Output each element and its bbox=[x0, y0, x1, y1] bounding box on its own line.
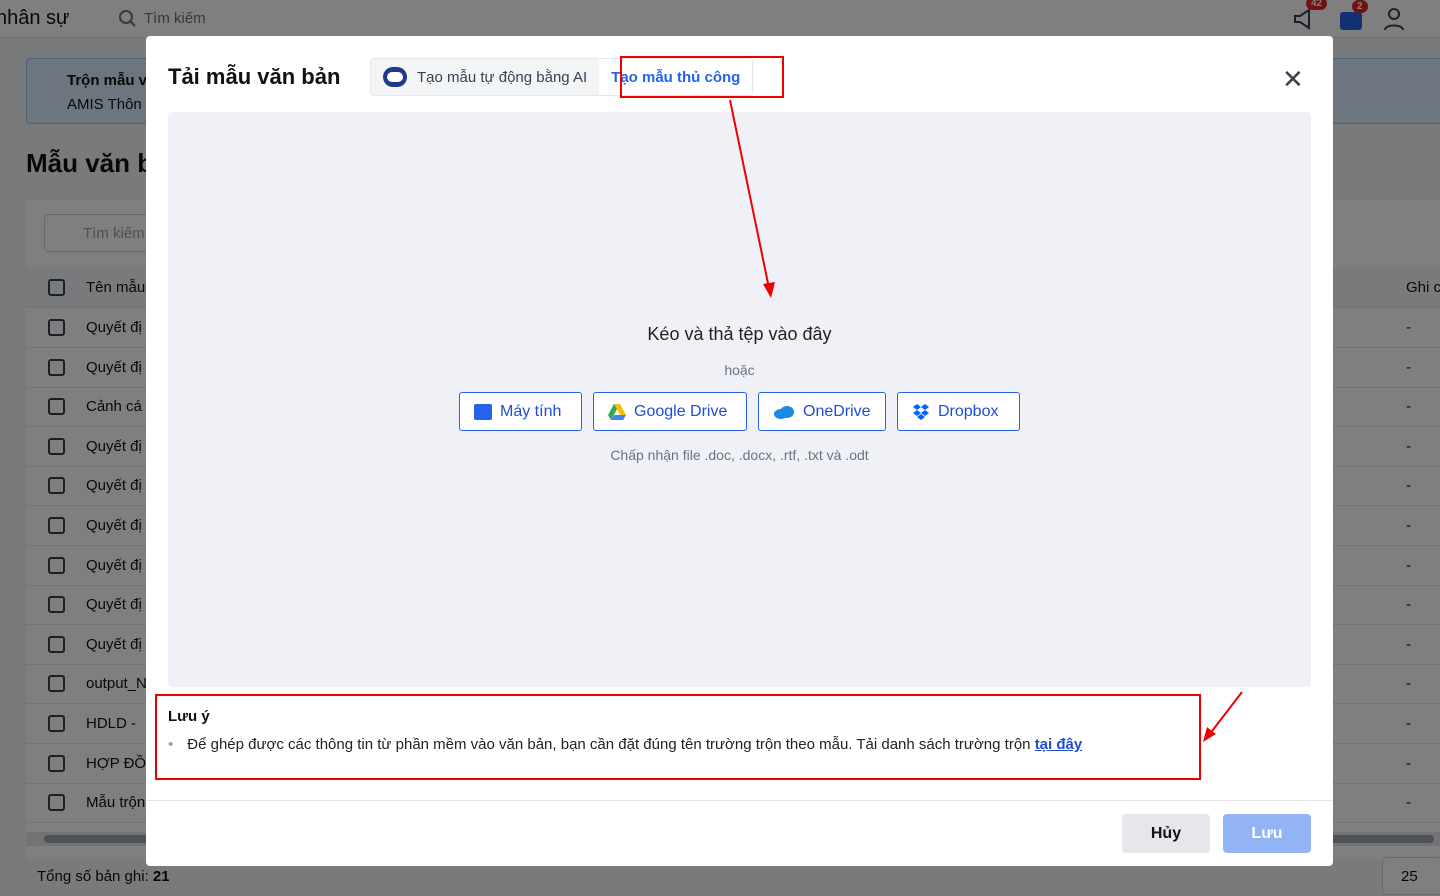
source-dropbox-label: Dropbox bbox=[938, 402, 999, 420]
save-button[interactable]: Lưu bbox=[1223, 814, 1311, 853]
source-computer-button[interactable]: Máy tính bbox=[459, 392, 582, 431]
note-text: Để ghép được các thông tin từ phần mềm v… bbox=[187, 736, 1031, 753]
modal-title: Tải mẫu văn bản bbox=[168, 64, 341, 89]
source-onedrive-button[interactable]: OneDrive bbox=[758, 392, 886, 431]
source-google-drive-button[interactable]: Google Drive bbox=[593, 392, 747, 431]
source-google-drive-label: Google Drive bbox=[634, 402, 728, 420]
tab-ai[interactable]: Tạo mẫu tự động bằng AI bbox=[371, 59, 599, 95]
onedrive-icon bbox=[774, 405, 794, 419]
source-onedrive-label: OneDrive bbox=[803, 402, 871, 420]
google-drive-icon bbox=[608, 403, 626, 420]
note-section: Lưu ý • Để ghép được các thông tin từ phầ… bbox=[156, 696, 1200, 780]
mode-tabs: Tạo mẫu tự động bằng AI Tạo mẫu thủ công bbox=[370, 58, 754, 96]
dropbox-icon bbox=[913, 403, 929, 420]
source-dropbox-button[interactable]: Dropbox bbox=[897, 392, 1020, 431]
modal-footer-divider bbox=[146, 800, 1333, 801]
drop-title: Kéo và thả tệp vào đây bbox=[647, 324, 832, 344]
tab-manual-label: Tạo mẫu thủ công bbox=[611, 68, 741, 86]
computer-icon bbox=[474, 403, 492, 420]
drop-or: hoặc bbox=[724, 362, 755, 378]
note-item: • Để ghép được các thông tin từ phần mềm … bbox=[168, 736, 1082, 753]
source-computer-label: Máy tính bbox=[500, 402, 562, 420]
tab-ai-label: Tạo mẫu tự động bằng AI bbox=[417, 68, 588, 86]
robot-icon bbox=[383, 67, 407, 87]
close-icon[interactable]: ✕ bbox=[1282, 64, 1304, 95]
accepted-formats-note: Chấp nhận file .doc, .docx, .rtf, .txt v… bbox=[610, 447, 869, 463]
download-fields-link[interactable]: tại đây bbox=[1035, 736, 1083, 753]
tab-manual[interactable]: Tạo mẫu thủ công bbox=[599, 59, 753, 95]
cancel-button[interactable]: Hủy bbox=[1122, 814, 1210, 853]
upload-template-modal: Tải mẫu văn bản Tạo mẫu tự động bằng AI … bbox=[146, 36, 1333, 866]
note-title: Lưu ý bbox=[168, 708, 210, 725]
bullet-icon: • bbox=[168, 736, 174, 753]
drop-zone[interactable]: Kéo và thả tệp vào đây hoặc Máy tính Goo… bbox=[168, 112, 1311, 687]
